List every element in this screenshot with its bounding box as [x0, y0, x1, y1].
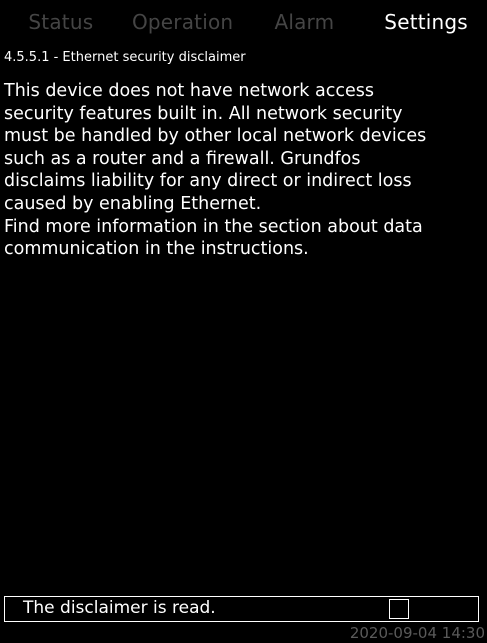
page-title: 4.5.5.1 - Ethernet security disclaimer [4, 50, 246, 65]
disclaimer-read-label: The disclaimer is read. [23, 598, 216, 618]
disclaimer-read-checkbox[interactable] [389, 599, 409, 619]
disclaimer-body-text: This device does not have network access… [4, 81, 427, 260]
disclaimer-read-row[interactable]: The disclaimer is read. [4, 596, 479, 622]
tab-operation[interactable]: Operation [122, 0, 244, 44]
status-datetime: 2020-09-04 14:30 [349, 624, 485, 642]
tab-status[interactable]: Status [0, 0, 122, 44]
tab-bar: Status Operation Alarm Settings [0, 0, 487, 44]
tab-alarm[interactable]: Alarm [244, 0, 366, 44]
tab-settings[interactable]: Settings [365, 0, 487, 44]
